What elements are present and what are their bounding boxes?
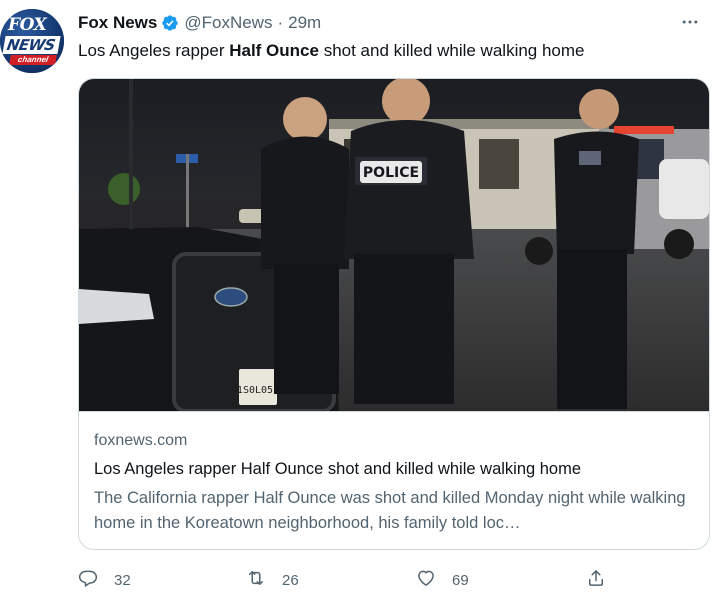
like-count: 69 [452,571,469,589]
tweet-header: Fox News @FoxNews · 29m [78,12,321,34]
tweet-text: Los Angeles rapper Half Ounce shot and k… [78,40,585,62]
reply-button[interactable]: 32 [78,566,131,594]
tweet[interactable]: FOX NEWS channel Fox News @FoxNews · 29m… [0,0,712,606]
share-icon [586,568,606,593]
retweet-icon [246,568,266,593]
heart-icon [416,568,436,593]
reply-icon [78,568,98,593]
tweet-time[interactable]: 29m [288,13,321,33]
author-name[interactable]: Fox News [78,13,157,33]
license-plate: 1S0L051 [237,385,279,396]
card-image[interactable]: 1S0L051 POLICE [79,79,709,411]
tweet-actions: 32 26 69 [78,566,638,594]
news-logo-word: NEWS [5,36,57,54]
avatar[interactable]: FOX NEWS channel [0,9,64,73]
fox-logo-word: FOX [8,15,47,35]
card-divider [79,411,709,412]
channel-logo-band: channel [9,55,57,65]
meta-separator: · [277,13,284,32]
tweet-text-bold: Half Ounce [229,41,319,60]
tweet-text-end: shot and killed while walking home [318,41,585,60]
tweet-text-start: Los Angeles rapper [78,41,230,60]
card-title: Los Angeles rapper Half Ounce shot and k… [94,460,582,478]
card-photo: 1S0L051 POLICE [79,79,709,411]
author-handle[interactable]: @FoxNews [184,13,272,33]
link-card[interactable]: 1S0L051 POLICE foxnews.com Los Angeles r… [78,78,710,550]
like-button[interactable]: 69 [416,566,469,594]
reply-count: 32 [114,571,131,589]
retweet-button[interactable]: 26 [246,566,299,594]
police-vest-label: POLICE [363,165,419,181]
more-dots-icon[interactable] [678,10,702,34]
retweet-count: 26 [282,571,299,589]
card-description: The California rapper Half Ounce was sho… [94,489,686,532]
news-logo-band: NEWS [2,36,61,54]
share-button[interactable] [586,566,606,594]
card-domain: foxnews.com [94,432,188,449]
verified-badge-icon [161,14,179,32]
